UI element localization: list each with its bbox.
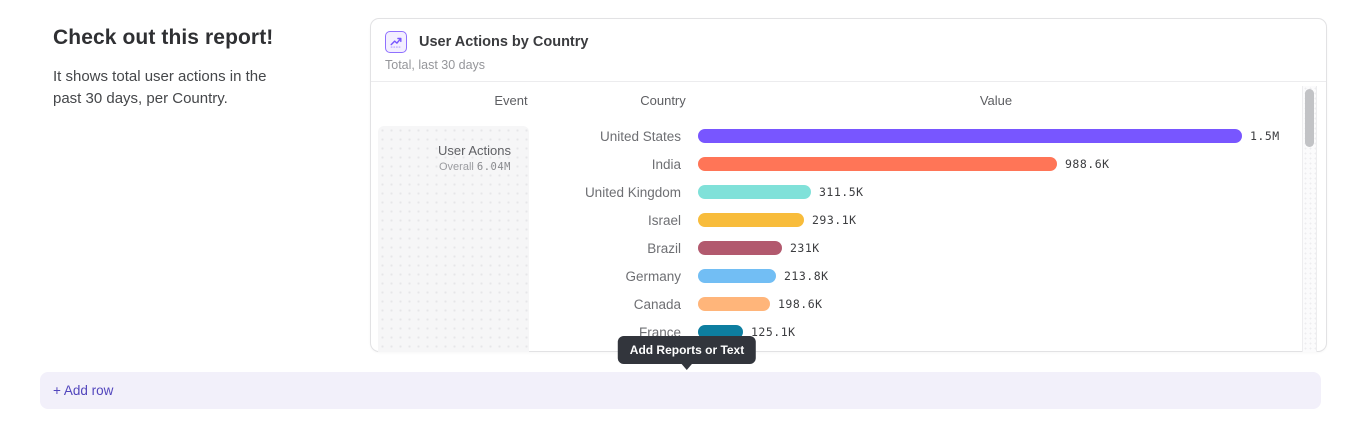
- chart-row: United States 1.5M: [371, 122, 1302, 150]
- value-label: 213.8K: [784, 269, 829, 283]
- chart-row: India 988.6K: [371, 150, 1302, 178]
- column-header-value: Value: [980, 93, 1012, 108]
- chart-row: France125.1K: [371, 318, 1302, 346]
- value-label: 198.6K: [778, 297, 823, 311]
- scrollbar-thumb[interactable]: [1305, 89, 1314, 147]
- report-title[interactable]: User Actions by Country: [419, 34, 588, 50]
- country-label: India: [371, 157, 681, 172]
- column-header-country: Country: [640, 93, 686, 108]
- tooltip-text: Add Reports or Text: [630, 343, 744, 357]
- value-bar[interactable]: [698, 269, 776, 283]
- value-label: 988.6K: [1065, 157, 1110, 171]
- insights-report-icon: [385, 31, 407, 53]
- value-label: 125.1K: [751, 325, 796, 339]
- chart-row: Israel 293.1K: [371, 206, 1302, 234]
- report-card[interactable]: User Actions by Country Total, last 30 d…: [370, 18, 1327, 352]
- chart-rows: United States 1.5M India 988.6K United Kingd…: [371, 122, 1302, 346]
- country-label: Germany: [371, 269, 681, 284]
- country-label: Israel: [371, 213, 681, 228]
- value-bar[interactable]: [698, 297, 770, 311]
- report-subtitle: Total, last 30 days: [385, 58, 1312, 72]
- chart-row: Canada 198.6K: [371, 290, 1302, 318]
- tooltip-arrow: [681, 363, 693, 370]
- value-bar[interactable]: [698, 157, 1057, 171]
- value-bar[interactable]: [698, 129, 1242, 143]
- chart-row: Brazil 231K: [371, 234, 1302, 262]
- value-bar[interactable]: [698, 241, 782, 255]
- column-header-event: Event: [494, 93, 527, 108]
- bar-chart-area: Event Country Value User Actions Overall…: [371, 82, 1326, 352]
- country-label: United States: [371, 129, 681, 144]
- value-bar[interactable]: [698, 213, 804, 227]
- text-card[interactable]: Check out this report! It shows total us…: [53, 26, 303, 110]
- value-label: 1.5M: [1250, 129, 1280, 143]
- intro-title: Check out this report!: [53, 26, 303, 50]
- report-card-header: User Actions by Country Total, last 30 d…: [371, 19, 1326, 82]
- vertical-scrollbar[interactable]: [1302, 86, 1317, 352]
- value-bar[interactable]: [698, 185, 811, 199]
- country-label: Canada: [371, 297, 681, 312]
- chart-row: Germany 213.8K: [371, 262, 1302, 290]
- value-label: 231K: [790, 241, 820, 255]
- add-reports-tooltip: Add Reports or Text: [618, 336, 756, 364]
- intro-description: It shows total user actions in the past …: [53, 66, 291, 110]
- value-label: 311.5K: [819, 185, 864, 199]
- value-label: 293.1K: [812, 213, 857, 227]
- add-row-bar[interactable]: + Add row: [40, 372, 1321, 409]
- country-label: Brazil: [371, 241, 681, 256]
- chart-row: United Kingdom 311.5K: [371, 178, 1302, 206]
- dashboard-canvas: Check out this report! It shows total us…: [0, 0, 1349, 436]
- add-row-button[interactable]: + Add row: [53, 383, 113, 398]
- country-label: United Kingdom: [371, 185, 681, 200]
